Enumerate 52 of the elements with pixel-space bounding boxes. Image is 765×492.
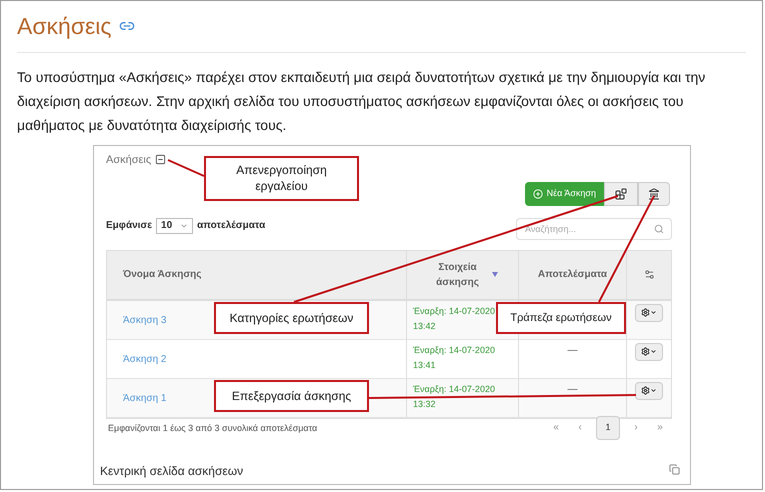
page-button[interactable]: » — [652, 416, 668, 440]
caret-icon — [650, 387, 657, 394]
results-value: — — [568, 382, 578, 396]
caret-icon — [650, 348, 657, 355]
actions-dropdown[interactable] — [635, 304, 663, 322]
caret-icon — [650, 309, 657, 316]
minus-square-icon[interactable] — [155, 154, 166, 166]
start-time: 13:42 — [413, 320, 437, 332]
gear-icon — [641, 386, 650, 395]
new-exercise-button[interactable]: Νέα Άσκηση — [524, 182, 604, 206]
results-value: — — [568, 344, 578, 358]
column-header[interactable]: Όνομα Άσκησης — [123, 267, 202, 282]
show-label: Εμφάνισε — [106, 219, 152, 233]
start-date: Έναρξη: 14-07-2020 — [413, 344, 496, 357]
bank-building-icon — [648, 188, 660, 200]
start-time: 13:41 — [413, 358, 437, 372]
figure-caption: Κεντρική σελίδα ασκήσεων — [100, 462, 244, 480]
start-date: Έναρξη: 14-07-2020 — [413, 382, 496, 396]
exercise-link[interactable]: Άσκηση 1 — [123, 392, 166, 404]
callout-label: Τράπεζα ερωτήσεων — [496, 302, 626, 334]
start-date: Έναρξη: 14-07-2020 — [413, 304, 496, 318]
search-field[interactable]: Αναζήτηση... — [516, 218, 672, 240]
page-title: Ασκήσεις — [17, 12, 112, 41]
settings-icon — [644, 269, 654, 280]
column-header[interactable]: Στοιχεία άσκησης — [428, 260, 488, 290]
gear-icon — [641, 308, 650, 317]
question-bank-button[interactable] — [638, 182, 670, 206]
column-header[interactable]: Αποτελέσματα — [538, 267, 608, 282]
plus-circle-icon — [532, 188, 543, 198]
exercise-link[interactable]: Άσκηση 2 — [123, 354, 166, 364]
intro-paragraph: Το υποσύστημα «Ασκήσεις» παρέχει στον εκπαιδευτή μια σειρά δυνατοτήτων σχετικά με την δημιουργία και την διαχείριση ασκήσεων. Στην αρχική σελίδα του υποσυστήματος ασκήσεων εμφανίζονται όλες οι ασκήσεις του μαθήματος με δυνατότητα διαχείρισής τους. — [17, 68, 706, 135]
callout-label: Επεξεργασία άσκησης — [214, 380, 369, 412]
actions-dropdown[interactable] — [635, 382, 663, 400]
results-label: αποτελέσματα — [197, 219, 266, 233]
page-button[interactable]: 1 — [596, 416, 620, 440]
exercise-link[interactable]: Άσκηση 3 — [123, 314, 166, 326]
callout-label: Κατηγορίες ερωτήσεων — [214, 302, 369, 334]
start-time: 13:32 — [413, 398, 437, 410]
page-button[interactable]: ‹ — [572, 416, 588, 440]
page-button[interactable]: › — [628, 416, 644, 440]
sort-down-icon — [492, 272, 498, 277]
page-button[interactable]: « — [548, 416, 564, 440]
callout-label: Απενεργοποίηση εργαλείου — [204, 156, 359, 200]
tool-title: Ασκήσεις — [106, 152, 152, 168]
results-summary: Εμφανίζονται 1 έως 3 από 3 συνολικά αποτελέσματα — [108, 422, 318, 435]
blocks-icon — [615, 188, 627, 200]
categories-button[interactable] — [604, 182, 638, 206]
gear-icon — [641, 347, 650, 356]
actions-dropdown[interactable] — [635, 342, 663, 360]
page-size-select[interactable]: 10 — [156, 218, 194, 234]
leader-line — [168, 158, 204, 176]
search-icon — [654, 224, 664, 234]
